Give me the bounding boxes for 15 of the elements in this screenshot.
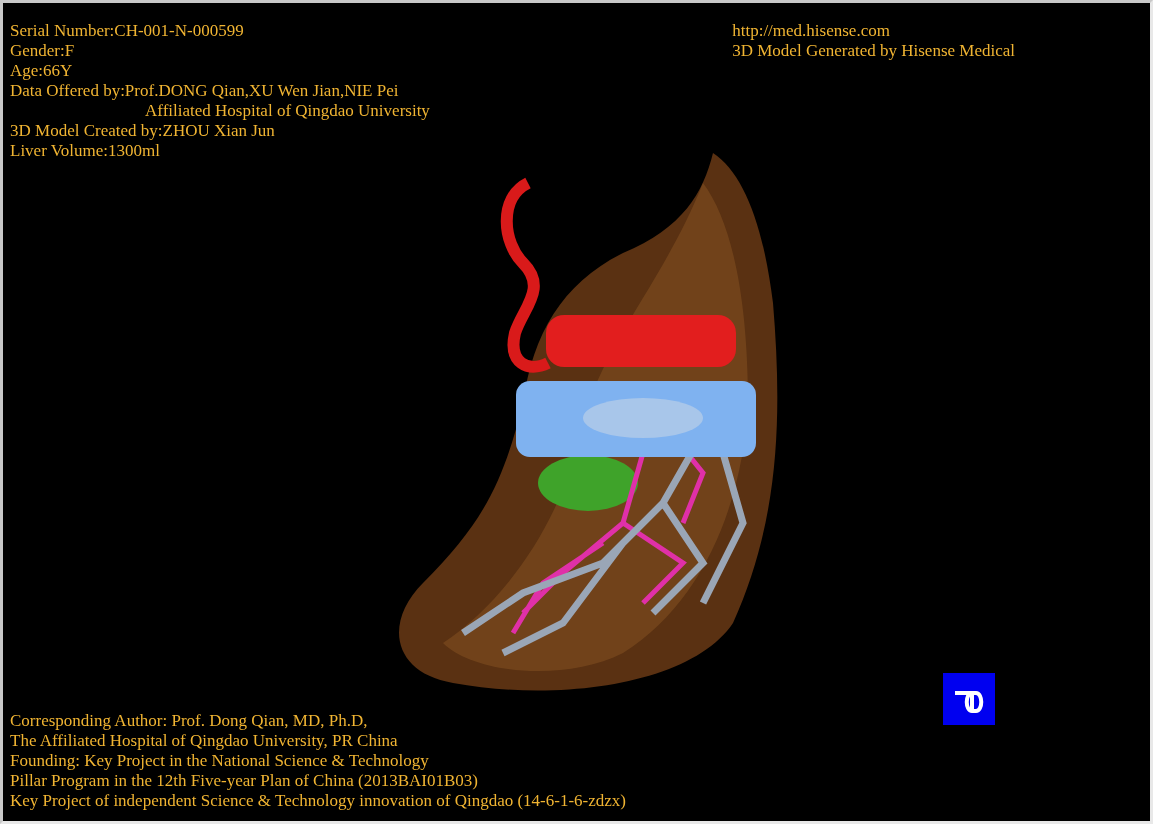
- info-text: Data Offered by:Prof.DONG Qian,XU Wen Jian,NIE Pei: [10, 81, 400, 101]
- info-text: Age:66Y: [10, 61, 74, 81]
- info-text: 3D Model Generated by Hisense Medical: [732, 41, 1015, 61]
- info-text: Affiliated Hospital of Qingdao University: [144, 101, 430, 121]
- info-text: Corresponding Author: Prof. Dong Qian, MD, Ph.D,: [10, 711, 369, 731]
- orientation-marker-icon[interactable]: [943, 673, 995, 725]
- info-text: Serial Number:CH-001-N-000599: [10, 21, 245, 41]
- info-text: Key Project of independent Science & Technology innovation of Qingdao (14-6-1-6-zdzx): [10, 791, 626, 811]
- info-text: Pillar Program in the 12th Five-year Plan of China (2013BAI01B03): [10, 771, 479, 791]
- info-text: http://med.hisense.com: [732, 21, 891, 41]
- info-text: Founding: Key Project in the National Science & Technology: [10, 751, 430, 771]
- info-text: 3D Model Created by:ZHOU Xian Jun: [10, 121, 276, 141]
- info-text: Gender:F: [10, 41, 76, 61]
- info-text: The Affiliated Hospital of Qingdao University, PR China: [10, 731, 399, 751]
- info-text: Liver Volume:1300ml: [10, 141, 161, 161]
